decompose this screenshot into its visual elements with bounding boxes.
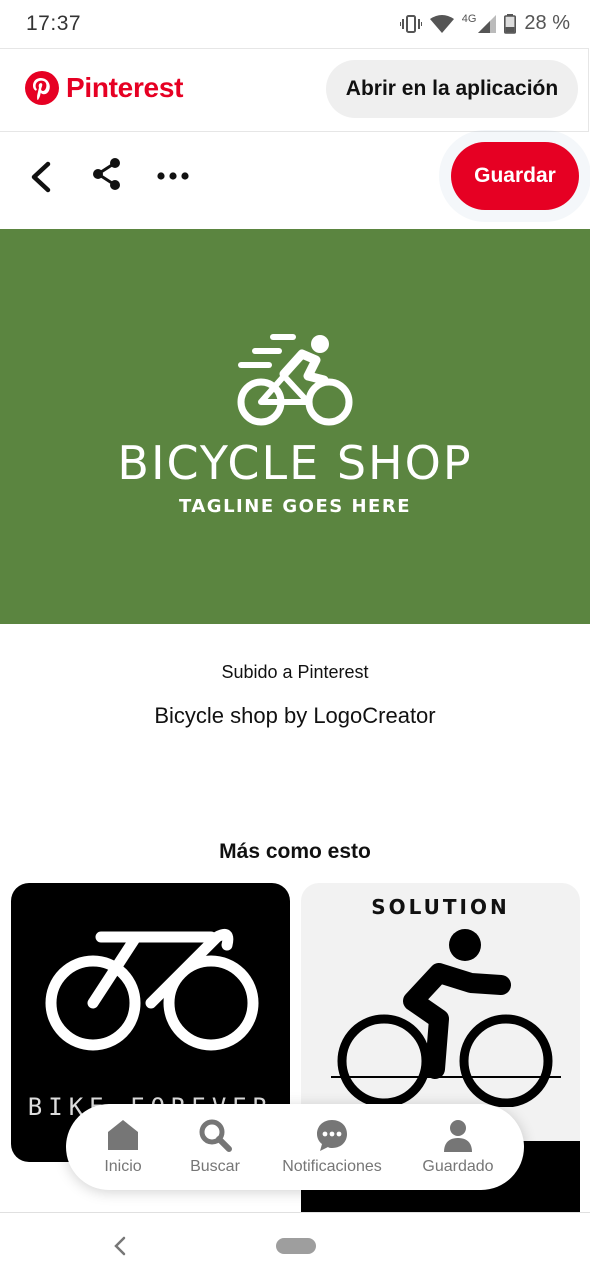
pin-description: Bicycle shop by LogoCreator [154,703,436,728]
status-icons: 4G 28 % [399,12,570,35]
nav-label: Notificaciones [282,1158,382,1175]
more-options-button[interactable] [156,168,190,184]
uploaded-label: Subido a Pinterest [221,662,369,682]
nav-label: Guardado [422,1158,494,1175]
cyclist-icon [331,929,561,1107]
wifi-icon [429,14,454,33]
bicycle-icon [45,928,259,1051]
back-button[interactable] [26,160,56,194]
battery-percent: 28 % [524,12,570,34]
search-icon [199,1119,232,1152]
signal-icon [478,14,497,33]
cyclist-logo-icon [237,334,353,426]
pin-image[interactable] [0,229,590,624]
pinterest-logo-icon [25,71,59,105]
home-icon [108,1120,138,1150]
nav-home[interactable]: Inicio [96,1104,150,1190]
share-icon [93,158,120,190]
system-back-icon[interactable] [112,1236,128,1256]
chevron-left-icon [31,161,51,193]
bottom-navigation: Inicio Buscar Notificaciones Guardado [66,1104,524,1190]
system-home-button[interactable] [276,1238,316,1254]
profile-icon [444,1120,472,1152]
pin-image-tagline: TAGLINE GOES HERE [179,496,411,517]
status-time: 17:37 [26,12,82,35]
related-pin-text: SOLUTION [371,895,510,919]
vibrate-icon [399,14,422,33]
more-horizontal-icon [157,172,189,180]
open-in-app-button[interactable]: Abrir en la aplicación [326,60,578,118]
share-button[interactable] [90,156,124,192]
nav-notifications[interactable]: Notificaciones [276,1104,388,1190]
nav-search[interactable]: Buscar [184,1104,246,1190]
brand-name: Pinterest [66,72,184,103]
pinterest-logo[interactable]: Pinterest [24,70,183,106]
pin-image-title: BICYCLE SHOP [117,436,473,490]
more-like-this-heading: Más como esto [219,840,371,863]
battery-icon [504,13,517,34]
save-button[interactable]: Guardar [451,142,579,210]
chat-icon [317,1120,347,1151]
network-type: 4G [461,12,477,25]
nav-label: Inicio [104,1158,142,1175]
nav-saved[interactable]: Guardado [418,1104,498,1190]
nav-label: Buscar [190,1158,240,1175]
